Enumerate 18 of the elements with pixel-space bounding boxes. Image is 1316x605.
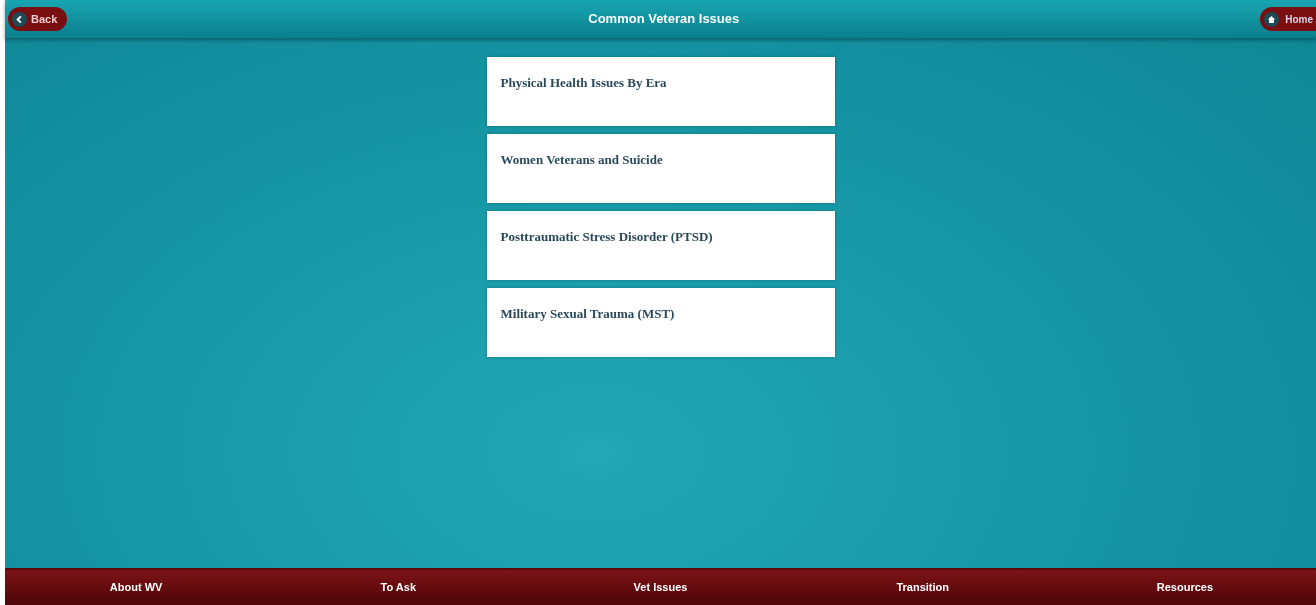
footer-nav-link[interactable]: Resources (1156, 579, 1214, 596)
topic-card[interactable]: Posttraumatic Stress Disorder (PTSD) (486, 211, 835, 280)
back-button[interactable]: Back (8, 7, 68, 31)
footer-nav-link[interactable]: Vet Issues (633, 579, 688, 596)
footer-nav-link[interactable]: About WV (109, 579, 163, 596)
home-button[interactable]: Home (1260, 7, 1316, 31)
topic-card[interactable]: Physical Health Issues By Era (486, 57, 835, 126)
page-title: Common Veteran Issues (588, 10, 740, 29)
topic-card[interactable]: Women Veterans and Suicide (486, 134, 835, 203)
topic-title: Military Sexual Trauma (MST) (500, 306, 675, 321)
footer-nav-link[interactable]: To Ask (380, 579, 416, 596)
footer-nav-link[interactable]: Transition (896, 579, 949, 596)
topic-title: Posttraumatic Stress Disorder (PTSD) (500, 229, 713, 244)
topic-card[interactable]: Military Sexual Trauma (MST) (486, 288, 835, 357)
topic-title: Physical Health Issues By Era (500, 75, 667, 90)
chevron-left-icon (12, 11, 27, 27)
topic-title: Women Veterans and Suicide (500, 152, 663, 167)
home-icon (1264, 11, 1280, 27)
